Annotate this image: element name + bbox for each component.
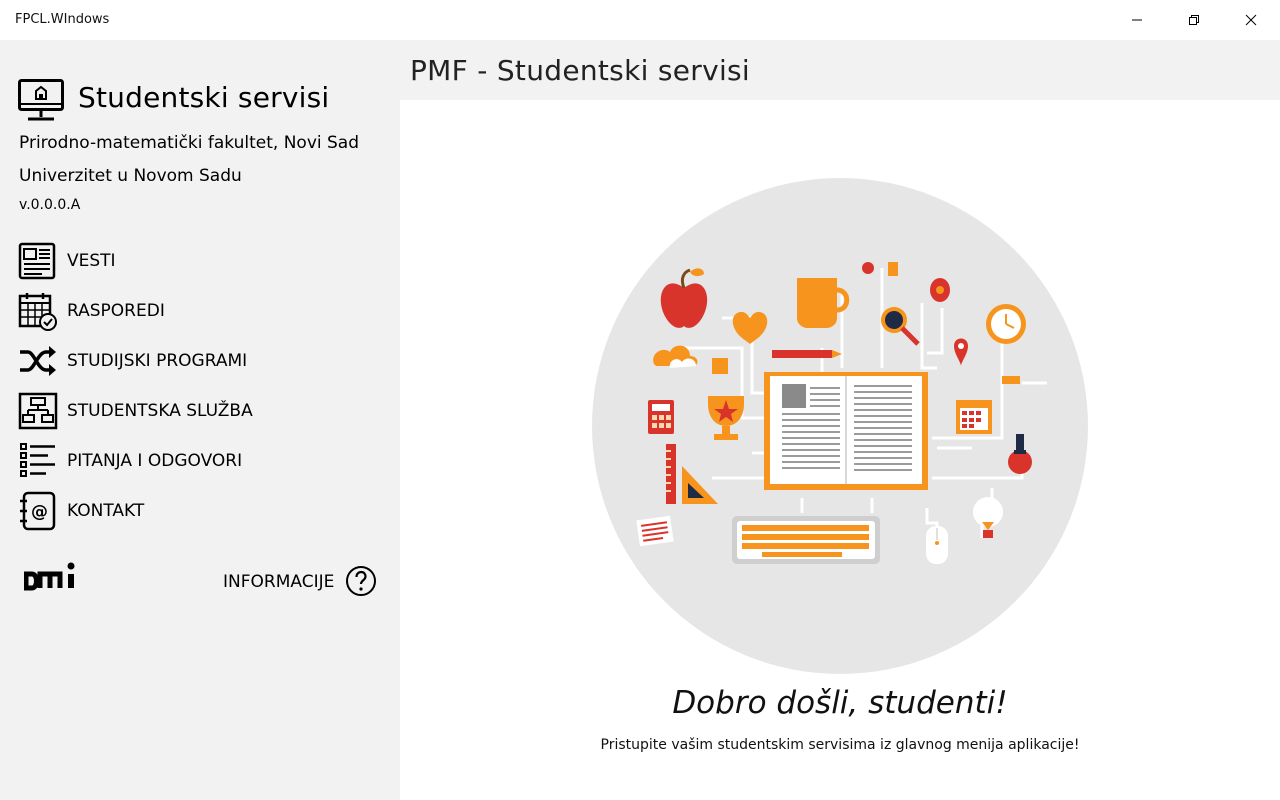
- contact-book-icon: @: [20, 491, 56, 531]
- sidebar: Studentski servisi Prirodno-matematički …: [0, 40, 400, 800]
- network-icon: [18, 392, 58, 430]
- page-header: PMF - Studentski servisi: [400, 40, 1280, 100]
- version-label: v.0.0.0.A: [19, 197, 81, 213]
- main-content: Dobro došli, studenti! Pristupite vašim …: [400, 100, 1280, 800]
- list-icon: [20, 443, 55, 477]
- window-title: FPCL.WIndows: [15, 12, 110, 27]
- education-illustration: [592, 178, 1088, 674]
- welcome-subtitle: Pristupite vašim studentskim servisima i…: [600, 737, 1080, 753]
- nav-label-studentska-sluzba: STUDENTSKA SLUŽBA: [67, 401, 253, 421]
- nav-label-pitanja-i-odgovori: PITANJA I ODGOVORI: [67, 451, 243, 471]
- title-bar: FPCL.WIndows: [0, 0, 1280, 40]
- shuffle-icon: [20, 346, 56, 376]
- close-icon: [1245, 14, 1257, 26]
- restore-icon: [1189, 15, 1199, 25]
- nav-label-rasporedi: RASPOREDI: [67, 301, 165, 321]
- calendar-check-icon: [18, 293, 57, 331]
- nav-item-studijski-programi[interactable]: STUDIJSKI PROGRAMI: [0, 336, 400, 386]
- nav-label-kontakt: KONTAKT: [67, 501, 145, 521]
- nav-item-rasporedi[interactable]: RASPOREDI: [0, 286, 400, 336]
- nav-item-vesti[interactable]: VESTI: [0, 236, 400, 286]
- main-nav: VESTI RASPOREDI STUDIJSKI PROGRAMI STUDE…: [0, 236, 400, 536]
- monitor-home-icon: [18, 79, 64, 121]
- help-icon[interactable]: [345, 565, 377, 597]
- page-title: PMF - Studentski servisi: [410, 54, 751, 87]
- info-label[interactable]: INFORMACIJE: [223, 572, 334, 592]
- university-name: Univerzitet u Novom Sadu: [19, 166, 242, 186]
- nav-label-studijski-programi: STUDIJSKI PROGRAMI: [67, 351, 248, 371]
- close-button[interactable]: [1228, 0, 1274, 40]
- brand-title: Studentski servisi: [78, 81, 330, 114]
- restore-button[interactable]: [1171, 0, 1217, 40]
- newspaper-icon: [18, 242, 56, 280]
- nav-item-kontakt[interactable]: @ KONTAKT: [0, 486, 400, 536]
- minimize-icon: [1132, 19, 1142, 21]
- nav-label-vesti: VESTI: [67, 251, 116, 271]
- dmi-logo[interactable]: [24, 560, 78, 596]
- welcome-title: Dobro došli, studenti!: [672, 685, 1008, 721]
- nav-item-studentska-sluzba[interactable]: STUDENTSKA SLUŽBA: [0, 386, 400, 436]
- minimize-button[interactable]: [1114, 0, 1160, 40]
- svg-text:@: @: [31, 502, 48, 522]
- nav-item-pitanja-i-odgovori[interactable]: PITANJA I ODGOVORI: [0, 436, 400, 486]
- faculty-name: Prirodno-matematički fakultet, Novi Sad: [19, 133, 360, 153]
